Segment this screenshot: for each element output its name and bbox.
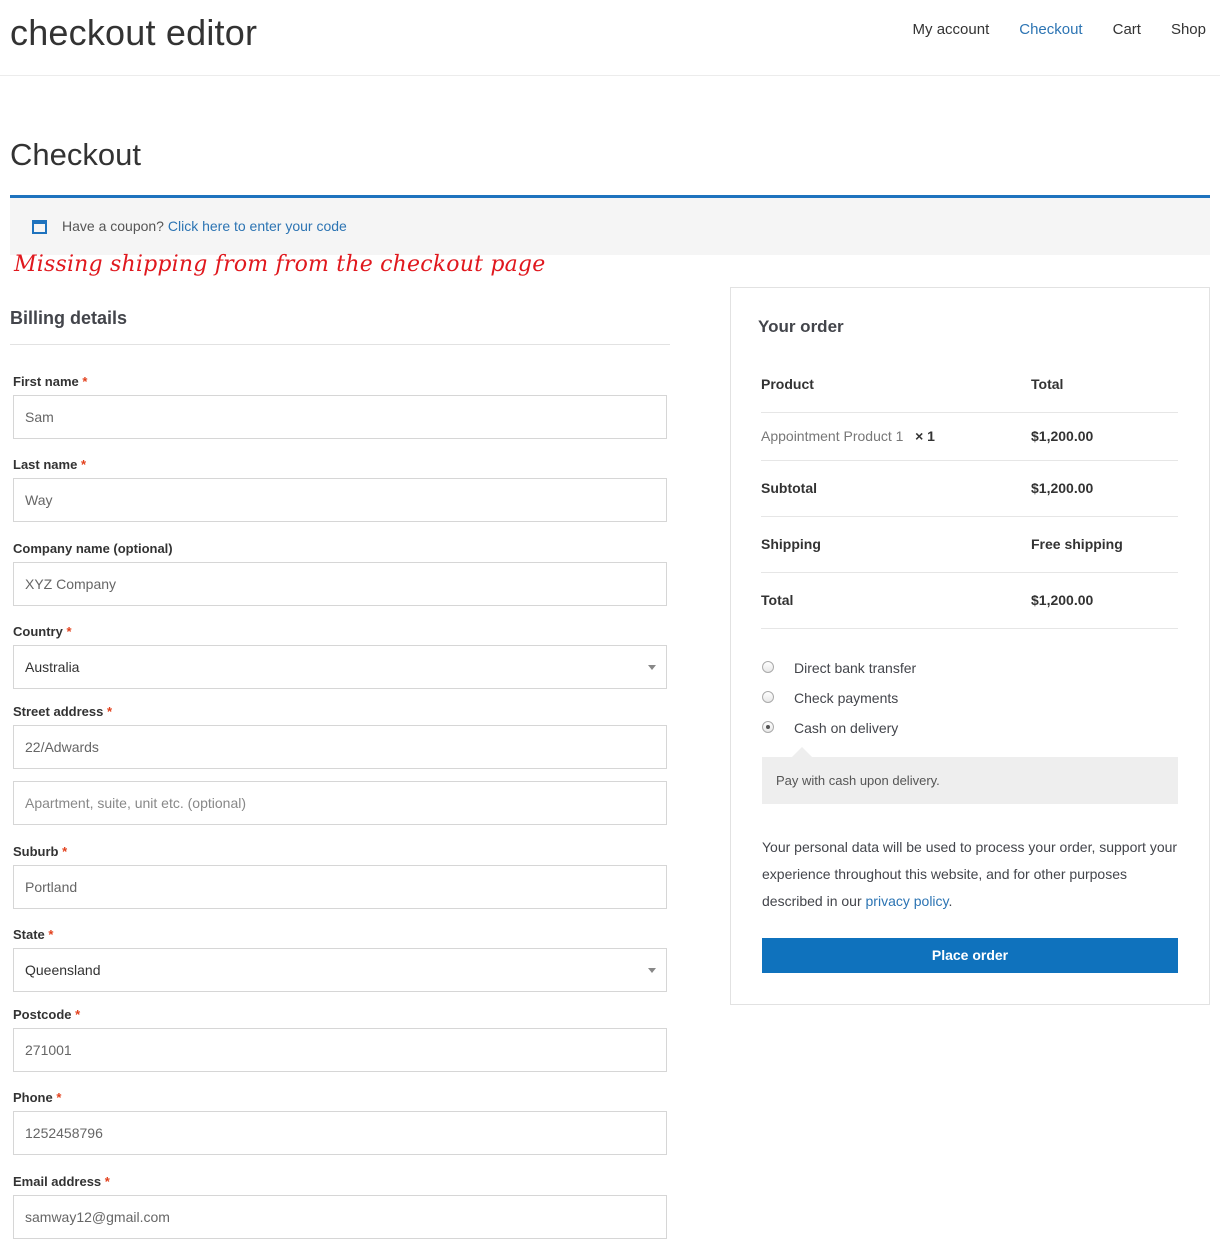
payment-label[interactable]: Check payments <box>794 690 898 706</box>
order-title: Your order <box>758 317 844 336</box>
suburb-label-text: Suburb <box>13 844 59 859</box>
shipping-row: Shipping Free shipping <box>761 517 1178 573</box>
state-value: Queensland <box>25 962 101 978</box>
payment-label[interactable]: Direct bank transfer <box>794 660 916 676</box>
nav-shop[interactable]: Shop <box>1171 21 1206 38</box>
shipping-label: Shipping <box>761 536 821 552</box>
total-header: Total <box>1031 376 1064 392</box>
last-name-label-text: Last name <box>13 457 78 472</box>
order-item: Appointment Product 1 × 1 <box>761 428 935 444</box>
nav-my-account[interactable]: My account <box>913 21 990 38</box>
phone-label-text: Phone <box>13 1090 53 1105</box>
radio-button[interactable] <box>762 661 774 673</box>
email-input[interactable]: samway12@gmail.com <box>13 1195 667 1239</box>
street-label-text: Street address <box>13 704 104 719</box>
privacy-policy-link[interactable]: privacy policy <box>866 893 949 909</box>
company-label: Company name (optional) <box>13 541 173 556</box>
state-select[interactable]: Queensland <box>13 948 667 992</box>
chevron-down-icon <box>648 665 656 670</box>
required-mark: * <box>104 1174 110 1189</box>
street-address-2-input[interactable]: Apartment, suite, unit etc. (optional) <box>13 781 667 825</box>
pointer-arrow <box>792 747 812 757</box>
coupon-text: Have a coupon? Click here to enter your … <box>62 218 347 234</box>
page-title: Checkout <box>10 137 141 172</box>
order-header-row: Product Total <box>761 376 1178 413</box>
subtotal-value: $1,200.00 <box>1031 480 1094 496</box>
street-address-input[interactable]: 22/Adwards <box>13 725 667 769</box>
required-mark: * <box>80 457 86 472</box>
item-total: $1,200.00 <box>1031 428 1094 444</box>
required-mark: * <box>82 374 88 389</box>
country-select[interactable]: Australia <box>13 645 667 689</box>
total-value: $1,200.00 <box>1031 592 1094 608</box>
required-mark: * <box>56 1090 62 1105</box>
phone-label: Phone * <box>13 1090 61 1105</box>
last-name-label: Last name * <box>13 457 86 472</box>
nav-checkout[interactable]: Checkout <box>1019 21 1082 38</box>
first-name-input[interactable]: Sam <box>13 395 667 439</box>
email-label: Email address * <box>13 1174 110 1189</box>
country-label: Country * <box>13 624 72 639</box>
privacy-end: . <box>948 893 953 909</box>
required-mark: * <box>106 704 113 719</box>
postcode-label: Postcode * <box>13 1007 80 1022</box>
item-qty: × 1 <box>915 428 935 444</box>
street-label: Street address * <box>13 704 112 719</box>
company-input[interactable]: XYZ Company <box>13 562 667 606</box>
required-mark: * <box>48 927 54 942</box>
postcode-label-text: Postcode <box>13 1007 72 1022</box>
nav-cart[interactable]: Cart <box>1113 21 1141 38</box>
coupon-link[interactable]: Click here to enter your code <box>168 218 347 234</box>
main-nav: My account Checkout Cart Shop <box>883 21 1206 38</box>
phone-input[interactable]: 1252458796 <box>13 1111 667 1155</box>
order-item-row: Appointment Product 1 × 1 $1,200.00 <box>761 413 1178 461</box>
country-label-text: Country <box>13 624 63 639</box>
billing-divider <box>10 344 670 345</box>
chevron-down-icon <box>648 968 656 973</box>
total-row: Total $1,200.00 <box>761 573 1178 629</box>
last-name-input[interactable]: Way <box>13 478 667 522</box>
payment-label[interactable]: Cash on delivery <box>794 720 898 736</box>
site-title[interactable]: checkout editor <box>10 12 257 54</box>
required-mark: * <box>75 1007 81 1022</box>
state-label-text: State <box>13 927 45 942</box>
privacy-text: Your personal data will be used to proce… <box>762 839 1178 909</box>
first-name-label: First name * <box>13 374 87 389</box>
suburb-input[interactable]: Portland <box>13 865 667 909</box>
coupon-notice: Have a coupon? Click here to enter your … <box>10 195 1210 255</box>
product-header: Product <box>761 376 814 392</box>
window-icon <box>32 220 47 234</box>
total-label: Total <box>761 592 794 608</box>
radio-button[interactable] <box>762 691 774 703</box>
first-name-label-text: First name <box>13 374 79 389</box>
subtotal-row: Subtotal $1,200.00 <box>761 461 1178 517</box>
suburb-label: Suburb * <box>13 844 67 859</box>
billing-title: Billing details <box>10 308 128 328</box>
privacy-notice: Your personal data will be used to proce… <box>762 834 1182 915</box>
site-header: checkout editor My account Checkout Cart… <box>0 0 1220 76</box>
subtotal-label: Subtotal <box>761 480 817 496</box>
postcode-input[interactable]: 271001 <box>13 1028 667 1072</box>
payment-description-box: Pay with cash upon delivery. <box>762 747 1178 804</box>
state-label: State * <box>13 927 53 942</box>
annotation-note: Missing shipping from from the checkout … <box>14 252 546 277</box>
radio-button-checked[interactable] <box>762 721 774 733</box>
required-mark: * <box>66 624 72 639</box>
shipping-value: Free shipping <box>1031 536 1123 552</box>
required-mark: * <box>62 844 68 859</box>
place-order-button[interactable]: Place order <box>762 938 1178 973</box>
item-name: Appointment Product 1 <box>761 428 904 444</box>
country-value: Australia <box>25 659 80 675</box>
payment-description: Pay with cash upon delivery. <box>776 773 940 788</box>
coupon-prompt: Have a coupon? <box>62 218 164 234</box>
email-label-text: Email address <box>13 1174 102 1189</box>
